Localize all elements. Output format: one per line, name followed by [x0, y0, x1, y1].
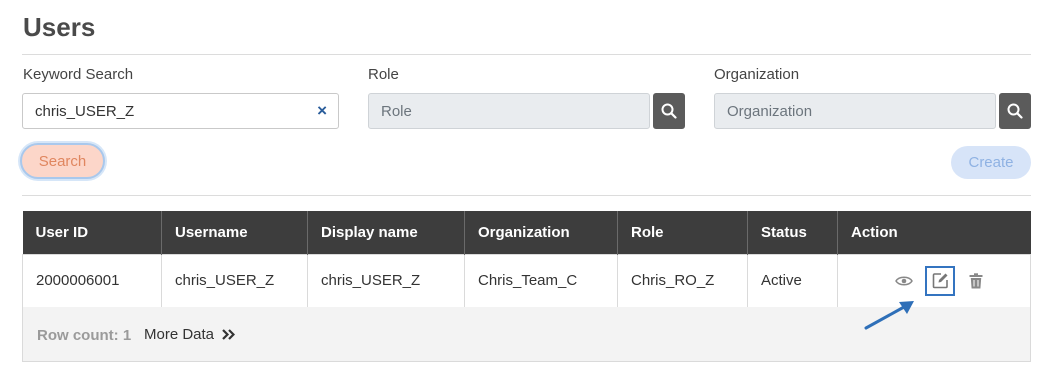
view-button[interactable]: [889, 266, 919, 296]
column-header-action: Action: [837, 211, 1031, 254]
trash-icon: [969, 272, 983, 288]
search-icon: [1007, 103, 1023, 119]
role-placeholder: Role: [381, 102, 412, 120]
keyword-search-input[interactable]: chris_USER_Z ×: [22, 93, 339, 129]
create-button[interactable]: Create: [951, 146, 1031, 179]
edit-button[interactable]: [925, 265, 955, 296]
arrow-annotation: [864, 301, 914, 330]
organization-placeholder: Organization: [727, 102, 813, 120]
column-header-username: Username: [161, 211, 308, 254]
column-header-role: Role: [617, 211, 748, 254]
column-header-user-id: User ID: [22, 211, 162, 254]
organization-search-button[interactable]: [999, 93, 1031, 129]
more-data-label: More Data: [144, 326, 215, 343]
row-actions: [851, 265, 1017, 296]
users-table: User ID Username Display name Organizati…: [22, 211, 1031, 308]
column-header-status: Status: [747, 211, 838, 254]
role-search-button[interactable]: [653, 93, 685, 129]
organization-field[interactable]: Organization: [714, 93, 996, 129]
eye-icon: [895, 276, 913, 285]
title-divider: [22, 54, 1031, 55]
double-chevron-right-icon: [222, 329, 236, 340]
cell-user-id: 2000006001: [22, 253, 162, 308]
search-button[interactable]: Search: [20, 143, 105, 179]
cell-status[interactable]: Active: [747, 253, 838, 308]
role-label: Role: [368, 66, 399, 83]
search-icon: [661, 103, 677, 119]
cell-role: Chris_RO_Z: [617, 253, 748, 308]
keyword-search-value: chris_USER_Z: [35, 102, 135, 120]
role-field[interactable]: Role: [368, 93, 650, 129]
more-data-link[interactable]: More Data: [144, 326, 236, 343]
organization-label: Organization: [714, 66, 800, 83]
row-count: Row count: 1: [37, 327, 132, 344]
cell-username: chris_USER_Z: [161, 253, 308, 308]
page-title: Users: [23, 12, 96, 42]
clear-icon[interactable]: ×: [317, 102, 327, 119]
cell-display-name: chris_USER_Z: [307, 253, 465, 308]
cell-organization: Chris_Team_C: [464, 253, 618, 308]
edit-icon: [932, 273, 948, 289]
delete-button[interactable]: [961, 266, 991, 296]
keyword-search-label: Keyword Search: [23, 66, 134, 83]
section-divider: [22, 195, 1031, 196]
table-header-row: User ID Username Display name Organizati…: [22, 211, 1031, 254]
column-header-organization: Organization: [464, 211, 618, 254]
column-header-display-name: Display name: [307, 211, 465, 254]
